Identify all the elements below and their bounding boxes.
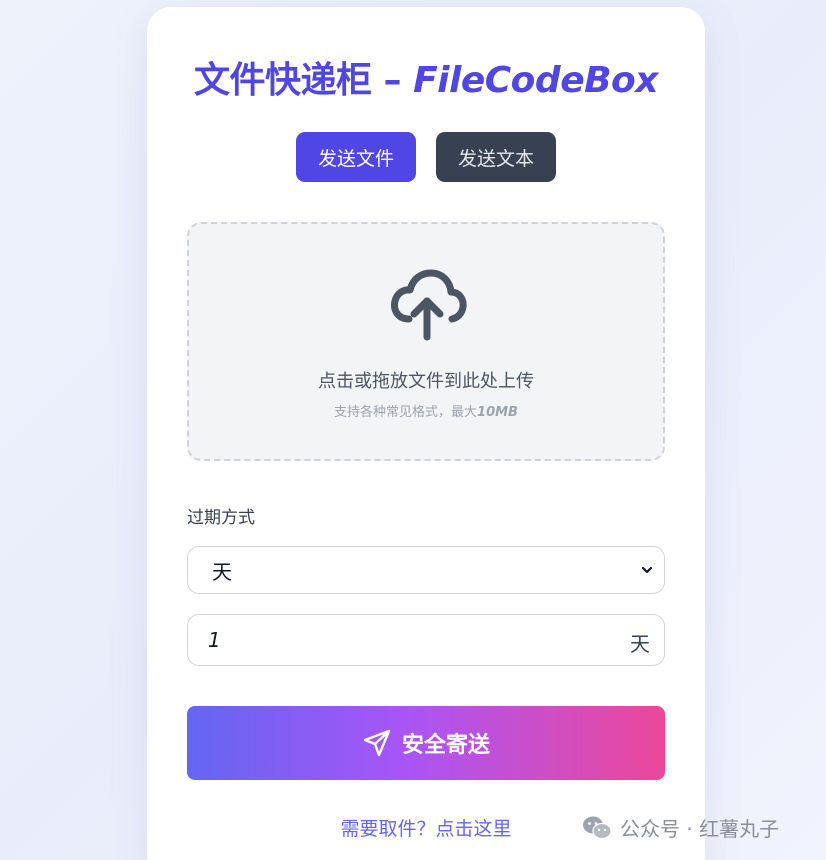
wechat-icon: [583, 816, 612, 839]
page-title: 文件快递柜 – FileCodeBox: [147, 51, 705, 103]
watermark: 公众号 · 红薯丸子: [582, 813, 779, 842]
tab-send-text[interactable]: 发送文本: [436, 132, 556, 182]
watermark-text: 公众号 · 红薯丸子: [620, 817, 780, 841]
expire-value[interactable]: 1: [208, 628, 221, 652]
chevron-down-icon: [641, 566, 653, 574]
title-cn: 文件快递柜 –: [194, 60, 414, 101]
send-button[interactable]: 安全寄送: [187, 706, 665, 780]
send-button-label: 安全寄送: [401, 732, 490, 757]
expire-label: 过期方式: [187, 508, 255, 528]
file-dropzone[interactable]: 点击或拖放文件到此处上传 支持各种常见格式，最大10MB: [187, 222, 665, 461]
expire-unit: 天: [630, 632, 650, 656]
title-en: FileCodeBox: [413, 60, 658, 101]
dropzone-instruction: 点击或拖放文件到此处上传: [318, 371, 534, 392]
expire-type-select[interactable]: 天: [187, 546, 665, 594]
dropzone-hint: 支持各种常见格式，最大10MB: [189, 401, 663, 420]
mode-tabs: 发送文件 发送文本: [147, 132, 705, 182]
dropzone-max-size: 10MB: [477, 405, 518, 420]
main-card: 文件快递柜 – FileCodeBox 发送文件 发送文本 点击或拖放文件到此处…: [147, 7, 705, 860]
dropzone-hint-text: 支持各种常见格式，最大: [334, 405, 478, 420]
expire-type-value: 天: [212, 559, 232, 584]
tab-send-file[interactable]: 发送文件: [296, 132, 416, 182]
cloud-upload-icon: [391, 269, 467, 341]
expire-value-input[interactable]: 1 天: [187, 614, 665, 666]
paper-plane-icon: [363, 729, 391, 757]
